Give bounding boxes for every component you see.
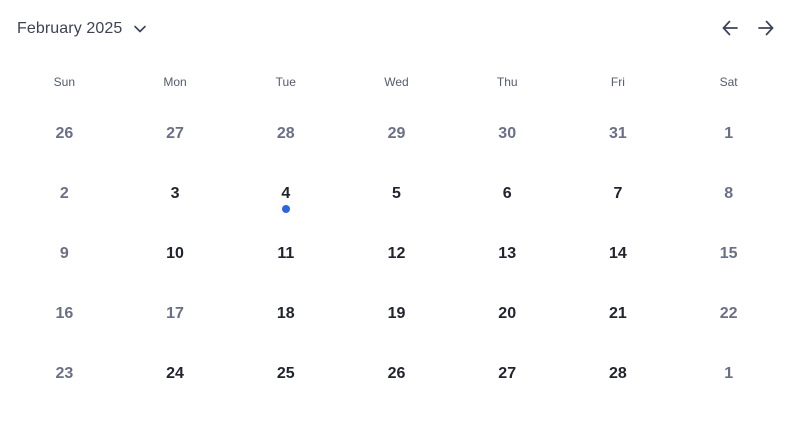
day-number: 31: [609, 125, 627, 142]
weekday-label: Tue: [275, 75, 296, 89]
day-number: 26: [55, 125, 74, 142]
calendar-day[interactable]: 20: [452, 284, 563, 344]
calendar-day[interactable]: 21: [563, 284, 674, 344]
calendar-day[interactable]: 11: [230, 224, 341, 284]
event-dot-icon: [281, 205, 290, 213]
day-number: 26: [387, 365, 406, 382]
calendar-day[interactable]: 6: [452, 164, 563, 224]
calendar-day[interactable]: 19: [341, 284, 452, 344]
calendar-day[interactable]: 9: [9, 224, 120, 284]
day-number: 14: [609, 245, 627, 262]
calendar-day[interactable]: 28: [230, 104, 341, 164]
calendar-day[interactable]: 1: [673, 344, 784, 404]
weekday-label: Sun: [53, 75, 76, 89]
weekday-label: Wed: [384, 75, 409, 89]
day-number: 25: [276, 365, 295, 382]
calendar-day[interactable]: 31: [563, 104, 674, 164]
calendar-day[interactable]: 8: [673, 164, 784, 224]
day-number: 18: [276, 305, 295, 322]
day-number: 19: [387, 305, 406, 322]
arrow-left-icon: [722, 20, 738, 36]
calendar-day[interactable]: 12: [341, 224, 452, 284]
day-number: 5: [392, 185, 401, 202]
day-number: 17: [166, 305, 184, 322]
calendar-day[interactable]: 4: [230, 164, 341, 224]
calendar-day[interactable]: 26: [9, 104, 120, 164]
month-selector[interactable]: February 2025: [17, 17, 147, 41]
calendar-day[interactable]: 22: [673, 284, 784, 344]
day-number: 16: [55, 305, 74, 322]
day-number: 22: [719, 305, 738, 322]
day-number: 12: [387, 245, 406, 262]
calendar-day[interactable]: 25: [230, 344, 341, 404]
arrow-right-icon: [758, 20, 774, 36]
day-number: 1: [724, 365, 734, 382]
calendar-day[interactable]: 27: [452, 344, 563, 404]
previous-month-button[interactable]: [718, 16, 742, 40]
day-number: 11: [277, 245, 295, 262]
chevron-down-icon: [134, 25, 147, 33]
day-number: 23: [55, 365, 74, 382]
day-number: 7: [613, 185, 623, 202]
calendar-day[interactable]: 17: [120, 284, 231, 344]
month-label: February 2025: [17, 20, 123, 37]
calendar-header: February 2025: [0, 0, 791, 58]
day-number: 15: [719, 245, 738, 262]
next-month-button[interactable]: [754, 16, 778, 40]
day-number: 10: [166, 245, 184, 262]
calendar-day[interactable]: 28: [563, 344, 674, 404]
day-number: 28: [609, 365, 627, 382]
day-number: 29: [387, 125, 406, 142]
calendar-day[interactable]: 15: [673, 224, 784, 284]
weekday-label: Fri: [610, 75, 625, 89]
calendar-day[interactable]: 26: [341, 344, 452, 404]
weekday-label: Mon: [163, 75, 187, 89]
calendar-day[interactable]: 24: [120, 344, 231, 404]
day-number: 28: [276, 125, 295, 142]
day-number: 9: [59, 245, 69, 262]
calendar-day[interactable]: 10: [120, 224, 231, 284]
calendar-day[interactable]: 16: [9, 284, 120, 344]
calendar-day[interactable]: 2: [9, 164, 120, 224]
day-number: 30: [498, 125, 517, 142]
day-number: 20: [498, 305, 517, 322]
day-number: 1: [724, 125, 734, 142]
day-number: 27: [498, 365, 517, 382]
day-number: 13: [498, 245, 517, 262]
calendar-day[interactable]: 18: [230, 284, 341, 344]
calendar-day[interactable]: 29: [341, 104, 452, 164]
day-number: 6: [502, 185, 512, 202]
weekday-header-row: Sun Mon Tue Wed Thu Fri Sat: [9, 72, 784, 92]
day-number: 2: [59, 185, 69, 202]
calendar-day-grid: 26 27 28 29 30 31 1 2 3 4 5 6 7 8 9 10 11 12 13 14 15 16 17 18 1…: [9, 104, 784, 404]
calendar-day[interactable]: 13: [452, 224, 563, 284]
calendar-day[interactable]: 3: [120, 164, 231, 224]
weekday-label: Sat: [719, 75, 738, 89]
day-number: 24: [166, 365, 184, 382]
calendar-day[interactable]: 27: [120, 104, 231, 164]
calendar-day[interactable]: 14: [563, 224, 674, 284]
calendar-day[interactable]: 30: [452, 104, 563, 164]
day-number: 8: [724, 185, 734, 202]
day-number: 4: [281, 185, 291, 202]
day-number: 3: [170, 185, 180, 202]
calendar-day[interactable]: 7: [563, 164, 674, 224]
calendar-day[interactable]: 23: [9, 344, 120, 404]
calendar-day[interactable]: 1: [673, 104, 784, 164]
weekday-label: Thu: [496, 75, 518, 89]
day-number: 27: [166, 125, 184, 142]
calendar-day[interactable]: 5: [341, 164, 452, 224]
day-number: 21: [609, 305, 627, 322]
